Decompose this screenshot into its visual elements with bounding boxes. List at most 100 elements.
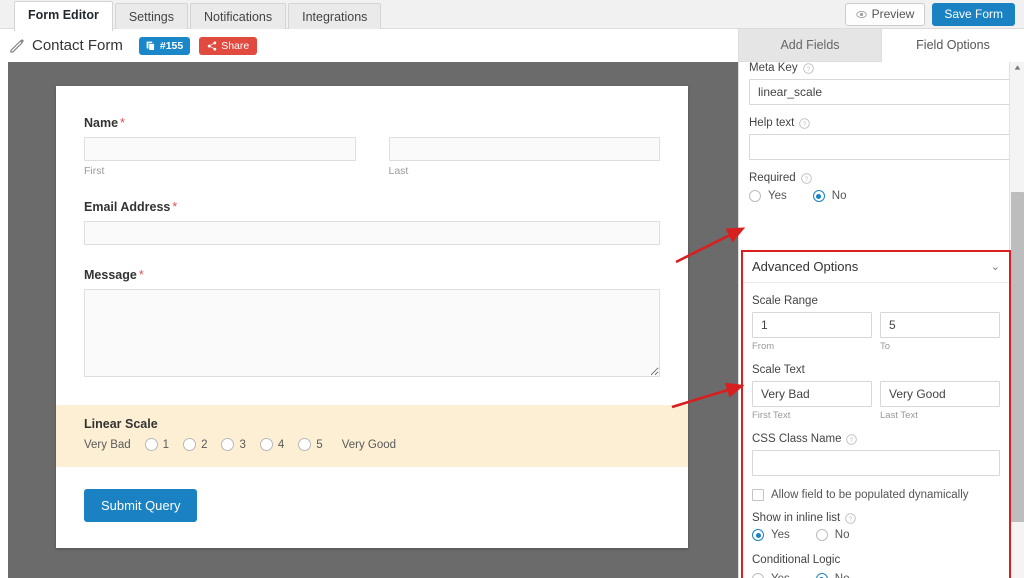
meta-key-input[interactable]	[749, 79, 1015, 105]
linear-scale-option-4[interactable]: 4	[260, 438, 284, 451]
panel-body: Meta Key ? Help text ?	[739, 62, 1024, 578]
save-form-button[interactable]: Save Form	[932, 3, 1015, 26]
required-no-radio[interactable]	[813, 190, 825, 202]
css-class-group: CSS Class Name ?	[752, 433, 1000, 476]
scale-text-group: Scale Text First Text Last Text	[752, 364, 1000, 421]
required-asterisk: *	[172, 200, 177, 214]
field-name-label: Name*	[84, 116, 660, 130]
scale-text-first-input[interactable]	[752, 381, 872, 407]
help-icon[interactable]: ?	[801, 173, 812, 184]
tab-integrations[interactable]: Integrations	[288, 3, 381, 32]
form-id-badge-label: #155	[160, 40, 183, 52]
copy-icon	[146, 41, 156, 51]
field-email[interactable]: Email Address*	[84, 200, 660, 245]
required-radio-row: Yes No	[749, 190, 1015, 202]
conditional-logic-no-radio[interactable]	[816, 573, 828, 578]
help-icon[interactable]: ?	[846, 434, 857, 445]
submit-button[interactable]: Submit Query	[84, 489, 197, 522]
form-id-badge[interactable]: #155	[139, 37, 190, 55]
required-group: Required ? Yes No	[749, 172, 1015, 202]
top-bar-actions: Preview Save Form	[845, 3, 1015, 26]
radio-icon[interactable]	[221, 438, 234, 451]
required-label: Required ?	[749, 172, 1015, 184]
dynamic-populate-group[interactable]: Allow field to be populated dynamically	[752, 489, 1000, 501]
scale-range-label: Scale Range	[752, 295, 1000, 307]
help-icon[interactable]: ?	[803, 63, 814, 74]
tab-add-fields[interactable]: Add Fields	[739, 29, 882, 62]
show-inline-yes-radio[interactable]	[752, 529, 764, 541]
linear-scale-option-3[interactable]: 3	[221, 438, 245, 451]
name-last-sublabel: Last	[389, 165, 661, 177]
page-title: Contact Form	[32, 37, 123, 54]
field-linear-scale[interactable]: Linear Scale Very Bad 1 2 3	[56, 405, 688, 467]
preview-button[interactable]: Preview	[845, 3, 926, 26]
radio-icon[interactable]	[298, 438, 311, 451]
radio-icon[interactable]	[260, 438, 273, 451]
show-inline-no-radio[interactable]	[816, 529, 828, 541]
help-text-input[interactable]	[749, 134, 1015, 160]
scale-text-first-sublabel: First Text	[752, 410, 872, 421]
conditional-logic-radio-row: Yes No	[752, 573, 1000, 578]
linear-scale-option-2[interactable]: 2	[183, 438, 207, 451]
tab-form-editor[interactable]: Form Editor	[14, 1, 113, 31]
name-first-input[interactable]	[84, 137, 356, 161]
required-asterisk: *	[120, 116, 125, 130]
linear-scale-option-1[interactable]: 1	[145, 438, 169, 451]
linear-scale-last-text: Very Good	[342, 439, 396, 451]
css-class-label: CSS Class Name ?	[752, 433, 1000, 445]
message-textarea[interactable]	[84, 289, 660, 377]
scale-text-label: Scale Text	[752, 364, 1000, 376]
svg-text:?: ?	[803, 120, 807, 127]
svg-text:?: ?	[850, 436, 854, 443]
radio-icon[interactable]	[145, 438, 158, 451]
field-message[interactable]: Message*	[84, 268, 660, 382]
name-last-input[interactable]	[389, 137, 661, 161]
help-icon[interactable]: ?	[799, 118, 810, 129]
name-first-group: First	[84, 137, 356, 177]
help-text-label: Help text ?	[749, 117, 1015, 129]
scroll-up-arrow-icon[interactable]	[1014, 64, 1021, 71]
dynamic-populate-checkbox[interactable]	[752, 489, 764, 501]
pencil-icon[interactable]	[10, 38, 25, 53]
panel-scrollbar[interactable]	[1009, 62, 1024, 578]
tab-field-options[interactable]: Field Options	[882, 29, 1024, 62]
scale-text-last-group: Last Text	[880, 381, 1000, 421]
show-inline-no-label: No	[835, 529, 850, 541]
share-button-label: Share	[221, 40, 249, 52]
conditional-logic-yes-label: Yes	[771, 573, 790, 578]
help-icon[interactable]: ?	[845, 513, 856, 524]
advanced-options-header[interactable]: Advanced Options ⌄	[743, 252, 1009, 283]
css-class-input[interactable]	[752, 450, 1000, 476]
scale-text-last-input[interactable]	[880, 381, 1000, 407]
required-yes-radio[interactable]	[749, 190, 761, 202]
eye-icon	[856, 9, 867, 20]
share-button[interactable]: Share	[199, 37, 257, 55]
top-bar: Form Editor Settings Notifications Integ…	[0, 0, 1024, 29]
scale-range-from-input[interactable]	[752, 312, 872, 338]
tab-notifications[interactable]: Notifications	[190, 3, 286, 32]
form-preview-card: Name* First Last Email Address*	[56, 86, 688, 548]
form-canvas: Name* First Last Email Address*	[8, 62, 738, 578]
conditional-logic-yes-radio[interactable]	[752, 573, 764, 578]
required-asterisk: *	[139, 268, 144, 282]
radio-icon[interactable]	[183, 438, 196, 451]
scale-text-last-sublabel: Last Text	[880, 410, 1000, 421]
show-inline-radio-row: Yes No	[752, 529, 1000, 541]
linear-scale-option-5[interactable]: 5	[298, 438, 322, 451]
field-name[interactable]: Name* First Last	[84, 116, 660, 177]
show-inline-label: Show in inline list ?	[752, 512, 1000, 524]
svg-text:?: ?	[804, 175, 808, 182]
linear-scale-first-text: Very Bad	[84, 439, 131, 451]
panel-scrollbar-thumb[interactable]	[1011, 192, 1024, 522]
meta-key-group: Meta Key ?	[749, 62, 1015, 105]
svg-text:?: ?	[806, 65, 810, 72]
tab-settings[interactable]: Settings	[115, 3, 188, 32]
advanced-options-body: Scale Range From To	[743, 295, 1009, 578]
help-text-group: Help text ?	[749, 117, 1015, 160]
field-message-label: Message*	[84, 268, 660, 282]
panel-tabs: Add Fields Field Options	[739, 29, 1024, 62]
linear-scale-row: Very Bad 1 2 3 4	[84, 438, 660, 451]
email-input[interactable]	[84, 221, 660, 245]
chevron-down-icon[interactable]: ⌄	[991, 260, 1000, 273]
scale-range-to-input[interactable]	[880, 312, 1000, 338]
